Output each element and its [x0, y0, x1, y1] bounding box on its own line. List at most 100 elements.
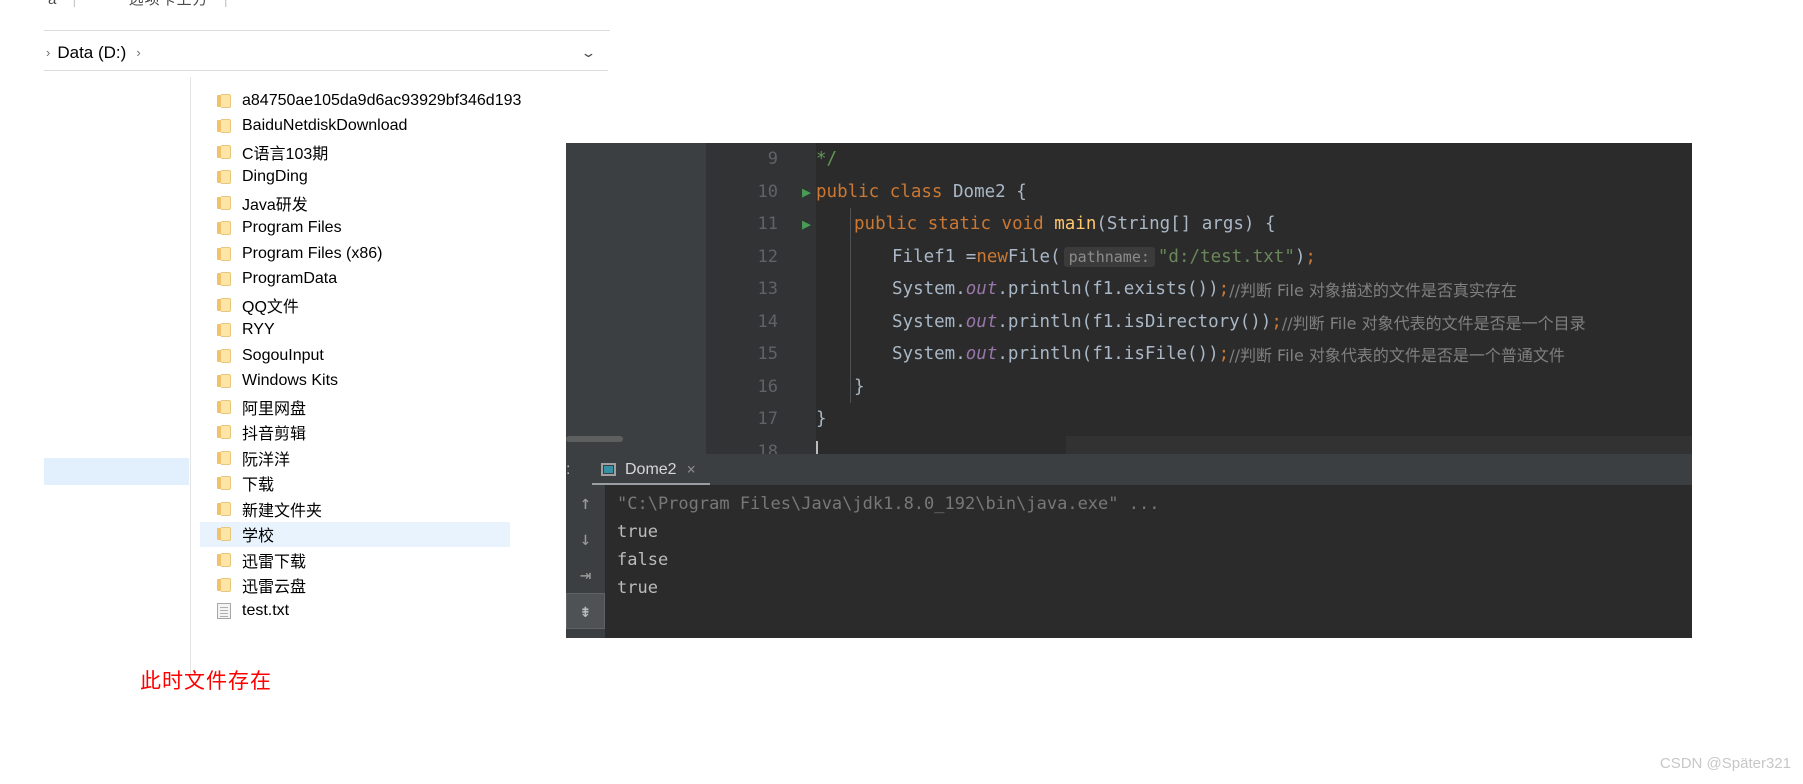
- scroll-up-button[interactable]: ↑: [566, 485, 605, 521]
- file-list-item[interactable]: C语言103期: [200, 139, 580, 165]
- code-editor[interactable]: 9 10 ▶ 11 ▶ 12 13 14 15 16 17 18 */ public class Do…: [566, 143, 1692, 454]
- folder-icon: [217, 476, 232, 491]
- run-gutter-icon[interactable]: ▶: [802, 208, 816, 241]
- soft-wrap-button[interactable]: ⇥: [566, 557, 605, 593]
- code-line-18: [816, 436, 818, 454]
- file-name-label: Windows Kits: [242, 372, 339, 390]
- line-number: 15: [757, 344, 778, 364]
- file-list-item[interactable]: Windows Kits: [200, 369, 580, 395]
- code-token-public: public: [816, 181, 880, 202]
- console-output-line: true: [617, 578, 658, 598]
- code-token-main: main: [1054, 214, 1097, 235]
- code-token-static: static: [927, 214, 991, 235]
- caret-row-highlight: [1066, 435, 1692, 454]
- ribbon-ghost-text: a | 选项卡上方 |: [44, 0, 239, 9]
- folder-icon: [217, 552, 232, 567]
- breadcrumb-drive[interactable]: Data (D:): [57, 43, 126, 63]
- ribbon-ghost-sep2: |: [224, 0, 229, 8]
- file-list-item[interactable]: test.txt: [200, 598, 580, 624]
- code-token-var-f1: f1 =: [934, 246, 977, 267]
- annotation-text: 此时文件存在: [140, 670, 272, 693]
- file-list-item[interactable]: DingDing: [200, 165, 580, 191]
- run-config-icon: [601, 463, 616, 476]
- code-token-public2: public: [854, 214, 918, 235]
- console-output[interactable]: "C:\Program Files\Java\jdk1.8.0_192\bin\…: [605, 485, 1692, 638]
- navpane-selected-item[interactable]: [44, 458, 189, 485]
- code-token-paren: ): [1294, 246, 1306, 267]
- document-icon: [217, 602, 231, 619]
- file-name-label: 新建文件夹: [242, 502, 323, 520]
- file-list-item[interactable]: 迅雷下载: [200, 547, 580, 573]
- code-token-new: new: [976, 246, 1008, 267]
- code-text-area[interactable]: */ public class Dome2 { public static vo…: [816, 143, 1692, 454]
- code-token-close16: }: [854, 376, 865, 397]
- line-number: 17: [757, 409, 778, 429]
- close-icon[interactable]: ×: [687, 462, 696, 477]
- file-name-label: test.txt: [242, 601, 290, 619]
- line-number: 10: [757, 181, 778, 202]
- file-name-label: a84750ae105da9d6ac93929bf346d193: [242, 91, 522, 109]
- folder-icon: [217, 297, 232, 312]
- code-token-classname: Dome2: [953, 181, 1006, 202]
- code-line-11: public static void main (String[] args) {: [816, 208, 1276, 241]
- code-token-out14: out: [965, 311, 998, 332]
- code-token-brace: {: [1016, 181, 1027, 202]
- console-side-toolbar: ↑ ↓ ⇥ ⇟: [566, 485, 605, 638]
- code-token-system15: System.: [892, 344, 966, 365]
- code-token-semi13: ;: [1218, 279, 1230, 300]
- console-output-line: true: [617, 522, 658, 542]
- code-token-close17: }: [816, 409, 827, 430]
- code-token-call15: .println(f1.isFile()): [997, 344, 1219, 365]
- folder-icon: [217, 399, 232, 414]
- file-list-item[interactable]: Program Files (x86): [200, 241, 580, 267]
- file-list-item[interactable]: 新建文件夹: [200, 496, 580, 522]
- ribbon-ghost-left: a: [48, 0, 57, 8]
- code-token-file-type: File: [892, 246, 935, 267]
- code-line-16: }: [816, 371, 865, 404]
- file-list-item[interactable]: 阮洋洋: [200, 445, 580, 471]
- file-list-item[interactable]: Java研发: [200, 190, 580, 216]
- file-name-label: 下载: [242, 477, 275, 495]
- chevron-right-icon-2[interactable]: ›: [136, 45, 140, 60]
- console-tab-bar: : Dome2 ×: [566, 454, 1692, 486]
- file-list-item[interactable]: 迅雷云盘: [200, 573, 580, 599]
- code-token-call13: .println(f1.exists()): [997, 279, 1219, 300]
- scroll-to-end-button[interactable]: ⇟: [566, 593, 605, 629]
- folder-icon: [217, 578, 232, 593]
- run-gutter-icon[interactable]: ▶: [802, 176, 816, 209]
- chevron-down-icon[interactable]: ⌄: [580, 45, 596, 61]
- horizontal-scrollbar[interactable]: [566, 436, 623, 442]
- file-list-item[interactable]: RYY: [200, 318, 580, 344]
- file-list-item[interactable]: 抖音剪辑: [200, 420, 580, 446]
- file-list-item[interactable]: a84750ae105da9d6ac93929bf346d193: [200, 88, 580, 114]
- editor-gutter[interactable]: 9 10 ▶ 11 ▶ 12 13 14 15 16 17 18: [706, 143, 896, 455]
- folder-icon: [217, 425, 232, 440]
- line-number: 14: [757, 311, 778, 332]
- line-number: 11: [757, 214, 778, 234]
- file-list-item[interactable]: 阿里网盘: [200, 394, 580, 420]
- file-list-item[interactable]: BaiduNetdiskDownload: [200, 114, 580, 140]
- file-list-item[interactable]: Program Files: [200, 216, 580, 242]
- file-name-label: Java研发: [242, 196, 308, 214]
- text-caret: [816, 440, 818, 454]
- file-name-label: RYY: [242, 321, 275, 339]
- ribbon-divider: [44, 30, 610, 31]
- code-token-out13: out: [965, 279, 998, 300]
- file-name-label: 阮洋洋: [242, 451, 291, 469]
- ribbon-ghost-right: 选项卡上方: [129, 0, 209, 8]
- file-name-label: Program Files: [242, 219, 342, 237]
- file-name-label: 抖音剪辑: [242, 426, 307, 444]
- line-number: 9: [767, 149, 778, 169]
- line-number: 18: [757, 441, 778, 455]
- file-list-item[interactable]: ProgramData: [200, 267, 580, 293]
- file-name-label: ProgramData: [242, 270, 338, 288]
- file-list-item[interactable]: QQ文件: [200, 292, 580, 318]
- scroll-down-button[interactable]: ↓: [566, 521, 605, 557]
- file-list-item[interactable]: 下载: [200, 471, 580, 497]
- folder-icon: [217, 450, 232, 465]
- file-list-item[interactable]: 学校: [200, 521, 510, 547]
- file-list-item[interactable]: SogouInput: [200, 343, 580, 369]
- address-bar[interactable]: › Data (D:) › ⌄: [44, 35, 608, 71]
- console-tab-dome2[interactable]: Dome2 ×: [592, 454, 705, 485]
- folder-icon: [217, 246, 232, 261]
